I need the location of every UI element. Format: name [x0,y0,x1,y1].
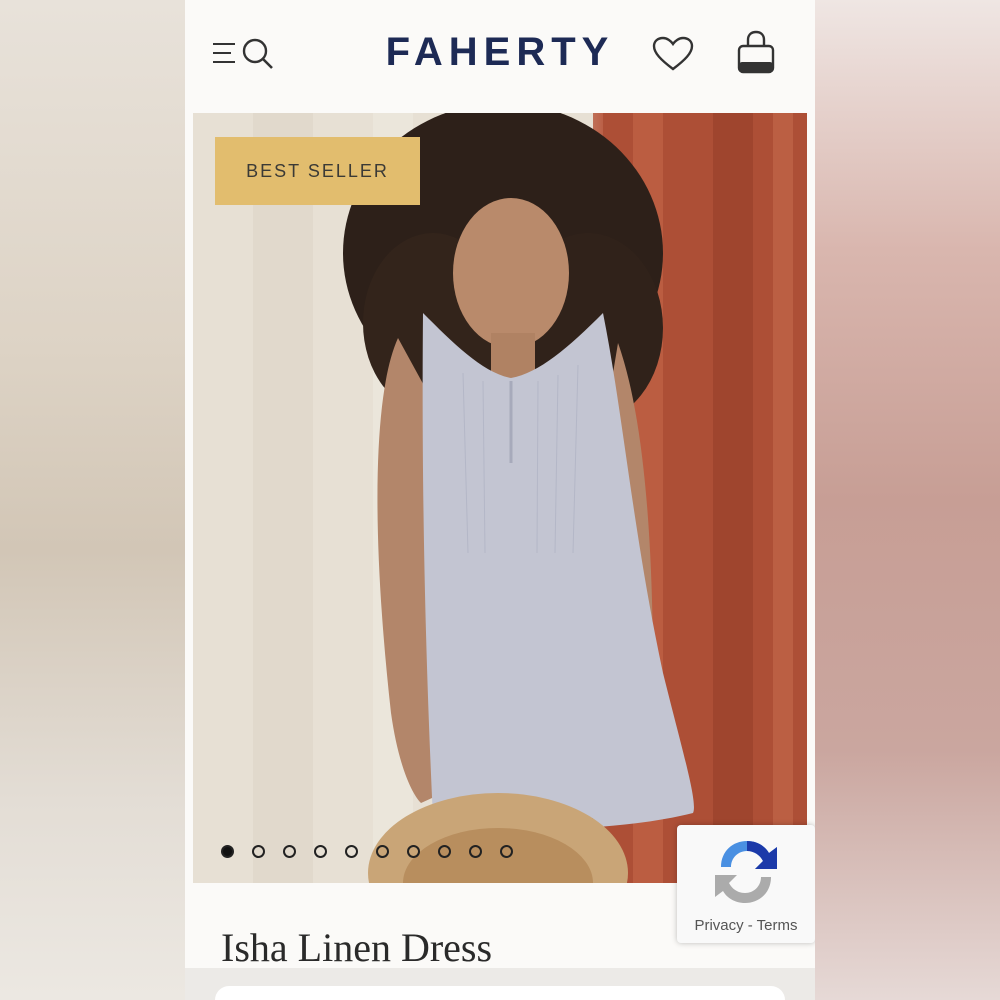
carousel-dot[interactable] [252,845,265,858]
blurred-background-left [0,0,185,1000]
carousel-dot[interactable] [500,845,513,858]
wishlist-button[interactable] [651,36,695,72]
recaptcha-badge[interactable]: Privacy - Terms [677,825,815,943]
brand-logo[interactable]: FAHERTY [375,28,625,76]
carousel-dot[interactable] [221,845,234,858]
menu-search-button[interactable] [211,36,275,72]
carousel-indicators [221,845,513,861]
heart-icon [652,36,694,71]
product-photo [193,113,807,883]
carousel-dot[interactable] [314,845,327,858]
recaptcha-links[interactable]: Privacy - Terms [677,917,815,934]
carousel-dot[interactable] [283,845,296,858]
best-seller-badge: BEST SELLER [215,137,420,205]
recaptcha-icon [715,841,777,903]
cart-button[interactable] [736,30,776,76]
carousel-dot[interactable] [438,845,451,858]
carousel-dot[interactable] [407,845,420,858]
menu-icon [213,38,273,69]
page: FAHERTY BEST SELLER Privacy - Terms Isha… [185,0,815,1000]
product-title: Isha Linen Dress [221,925,493,970]
carousel-dot[interactable] [376,845,389,858]
site-header: FAHERTY [185,0,815,112]
bottom-action-bar[interactable] [215,986,785,1000]
blurred-background-right [815,0,1000,1000]
product-image-carousel[interactable]: BEST SELLER [193,113,807,883]
carousel-dot[interactable] [469,845,482,858]
shopping-bag-icon [737,30,775,74]
carousel-dot[interactable] [345,845,358,858]
